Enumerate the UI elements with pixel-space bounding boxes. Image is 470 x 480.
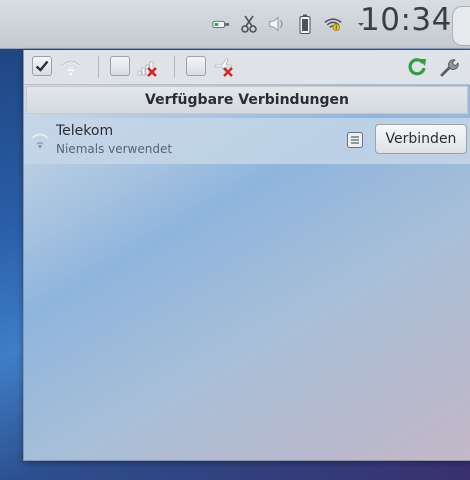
available-connections-header: Verfügbare Verbindungen [26, 86, 468, 114]
clock[interactable]: 10:34 [360, 2, 452, 38]
system-tray [212, 8, 370, 40]
wifi-warning-icon[interactable] [324, 15, 342, 33]
top-panel: 10:34 [0, 0, 470, 49]
connect-button[interactable]: Verbinden [375, 124, 467, 154]
checkmark-icon [35, 60, 49, 72]
speaker-icon[interactable] [268, 15, 286, 33]
connection-list-item[interactable]: Telekom Niemals verwendet Verbinden [24, 118, 470, 164]
mobile-broadband-toggle-checkbox[interactable] [110, 56, 130, 76]
connection-name: Telekom [56, 123, 114, 139]
connection-details-icon[interactable] [346, 131, 364, 149]
battery-icon[interactable] [296, 14, 314, 34]
scissors-icon[interactable] [240, 15, 258, 33]
wifi-signal-icon [31, 133, 49, 148]
network-manager-popup: Verfügbare Verbindungen Telekom Niemals … [23, 50, 470, 461]
popup-toolbar [24, 50, 470, 85]
mobile-signal-disabled-icon [137, 61, 157, 77]
wrench-icon[interactable] [438, 56, 460, 78]
refresh-icon[interactable] [406, 56, 428, 78]
wifi-icon [61, 60, 81, 76]
airplane-mode-toggle-checkbox[interactable] [186, 56, 206, 76]
toolbar-separator [98, 56, 99, 78]
connection-status: Niemals verwendet [56, 142, 173, 156]
network-cable-icon[interactable] [212, 15, 230, 33]
panel-toolbox-button[interactable] [452, 6, 470, 46]
toolbar-separator [174, 56, 175, 78]
wifi-toggle-checkbox[interactable] [32, 56, 52, 76]
airplane-disabled-icon [214, 58, 233, 77]
